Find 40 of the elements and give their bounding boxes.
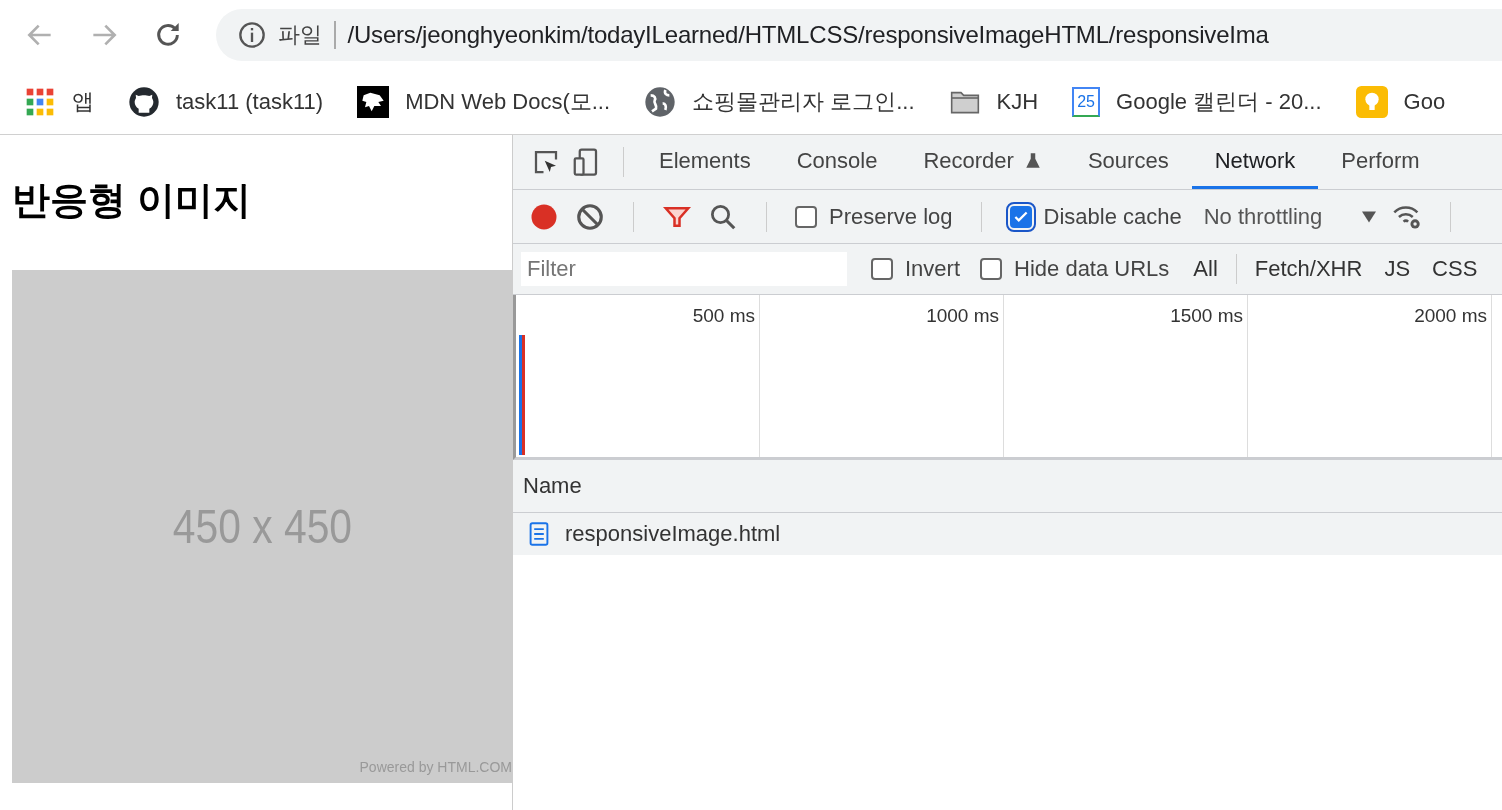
devtools-tab[interactable]: Sources <box>1064 135 1192 189</box>
timeline-tick-label: 2000 ms <box>1414 305 1487 326</box>
type-filter-button[interactable]: All <box>1189 256 1222 282</box>
hide-data-urls-checkbox[interactable]: Hide data URLs <box>980 256 1170 282</box>
bookmark[interactable]: 앱 <box>24 86 94 118</box>
page-heading: 반응형 이미지 <box>12 178 252 223</box>
type-filter-button[interactable]: CSS <box>1428 256 1482 282</box>
url-text: /Users/jeonghyeonkim/todayILearned/HTMLCSS/responsiveImageHTML/responsiveIma <box>347 21 1269 49</box>
type-filter-button[interactable]: JS <box>1380 256 1415 282</box>
bookmark[interactable]: task11 (task11) <box>128 86 324 118</box>
bookmark[interactable]: 쇼핑몰관리자 로그인... <box>644 86 915 118</box>
request-row[interactable]: responsiveImage.html <box>513 513 1502 555</box>
preserve-log-checkbox[interactable]: Preserve log <box>795 203 953 230</box>
type-filter-button[interactable]: Fetch/XHR <box>1250 256 1367 282</box>
disable-cache-checkbox[interactable]: Disable cache <box>1009 203 1182 230</box>
filter-field[interactable]: Filter <box>521 252 847 286</box>
devtools-tab[interactable]: Perform <box>1318 135 1443 189</box>
document-icon <box>529 522 549 546</box>
lightbulb-icon <box>1355 86 1388 118</box>
devtools-tab[interactable]: Console <box>773 135 901 189</box>
bookmark[interactable]: MDN Web Docs(모... <box>357 86 611 118</box>
invert-checkbox[interactable]: Invert <box>871 256 961 282</box>
info-icon[interactable] <box>238 21 266 49</box>
timeline-tick-label: 1500 ms <box>1170 305 1243 326</box>
column-header[interactable]: Name <box>523 473 582 499</box>
throttling-dropdown[interactable]: No throttling <box>1203 203 1377 230</box>
timeline-tick-label: 500 ms <box>692 305 755 326</box>
clear-icon[interactable] <box>575 201 605 232</box>
bookmark[interactable]: KJH <box>948 86 1039 118</box>
devtools-tab[interactable]: Recorder <box>900 135 1065 189</box>
devtools-tab[interactable]: Elements <box>636 135 774 189</box>
apps-grid-icon <box>24 86 56 118</box>
caret-icon <box>1362 210 1377 223</box>
bookmark[interactable]: Goo <box>1355 86 1446 118</box>
address-bar[interactable]: 파일 /Users/jeonghyeonkim/todayILearned/HTMLCSS/responsiveImageHTML/responsiveIma <box>216 9 1502 61</box>
bookmark[interactable]: 25 Google 캘린더 - 20... <box>1072 87 1322 117</box>
timeline-tick-label: 1000 ms <box>926 305 999 326</box>
calendar-icon: 25 <box>1072 87 1101 117</box>
scheme-label: 파일 <box>278 21 322 49</box>
globe-icon <box>644 86 677 118</box>
